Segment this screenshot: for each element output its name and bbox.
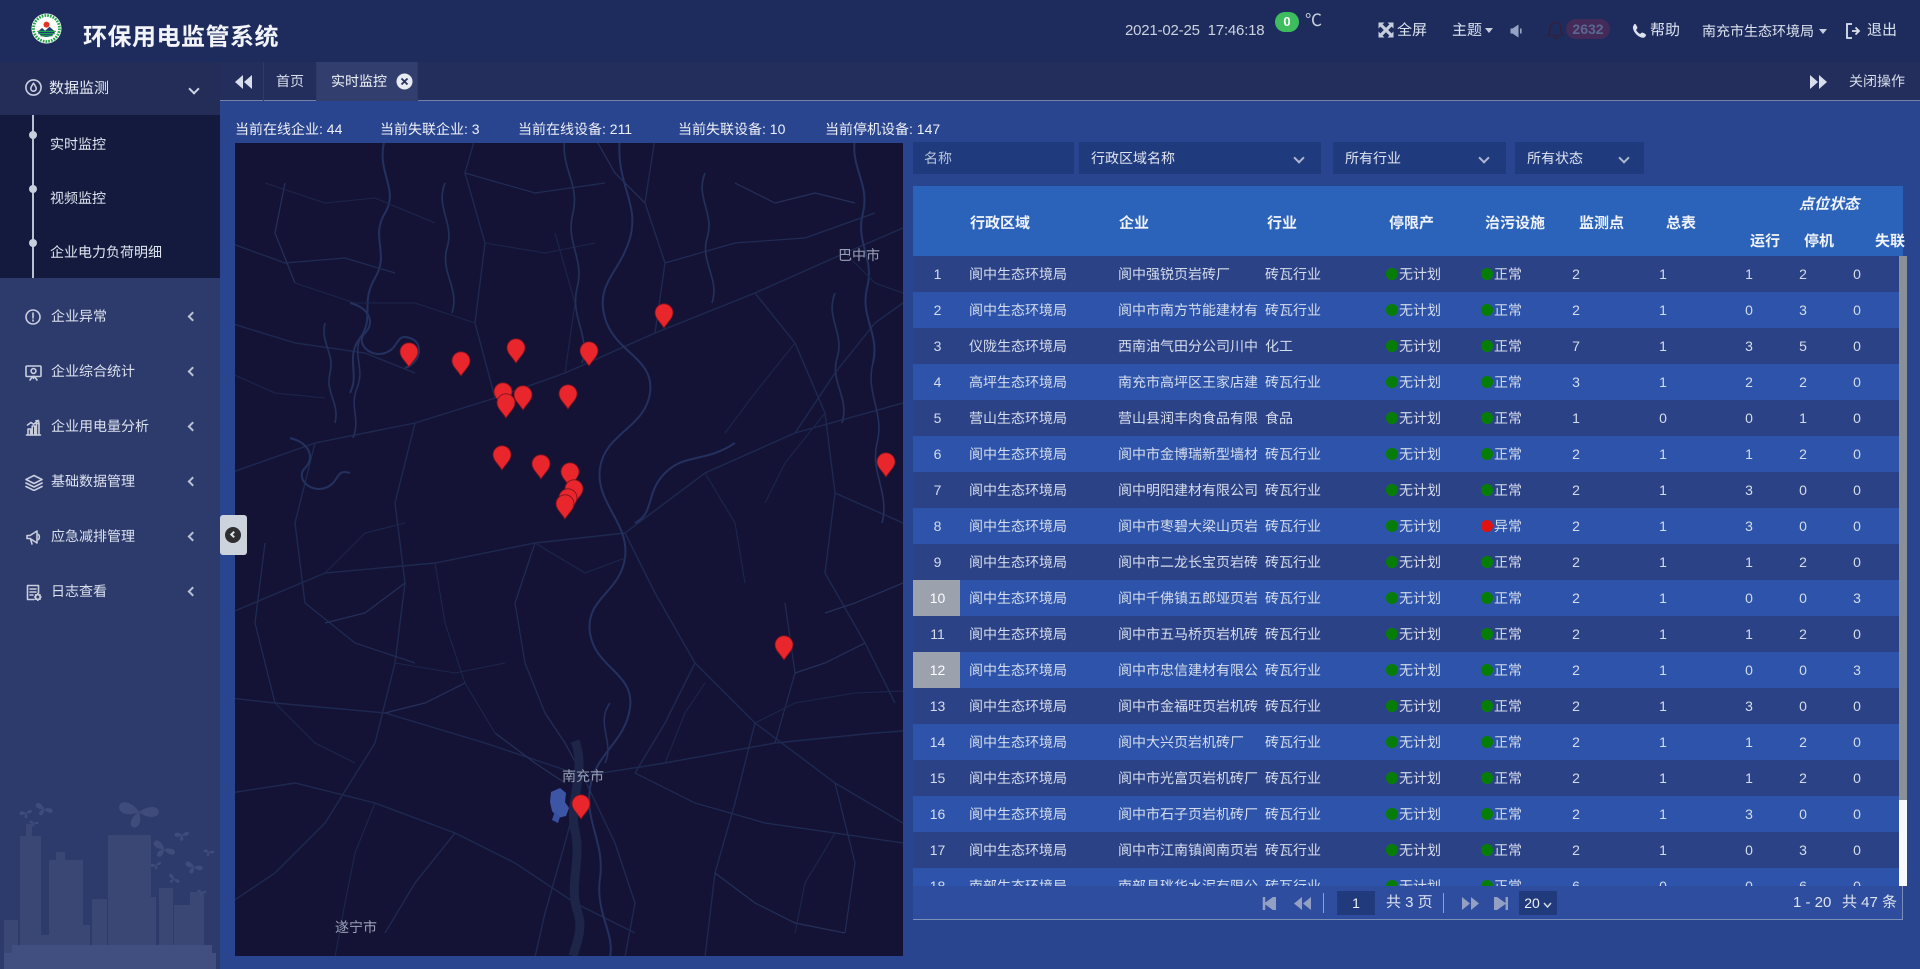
svg-text:巴中市: 巴中市 [838, 247, 880, 263]
svg-text:南充市: 南充市 [562, 768, 604, 784]
svg-text:遂宁市: 遂宁市 [335, 919, 377, 935]
